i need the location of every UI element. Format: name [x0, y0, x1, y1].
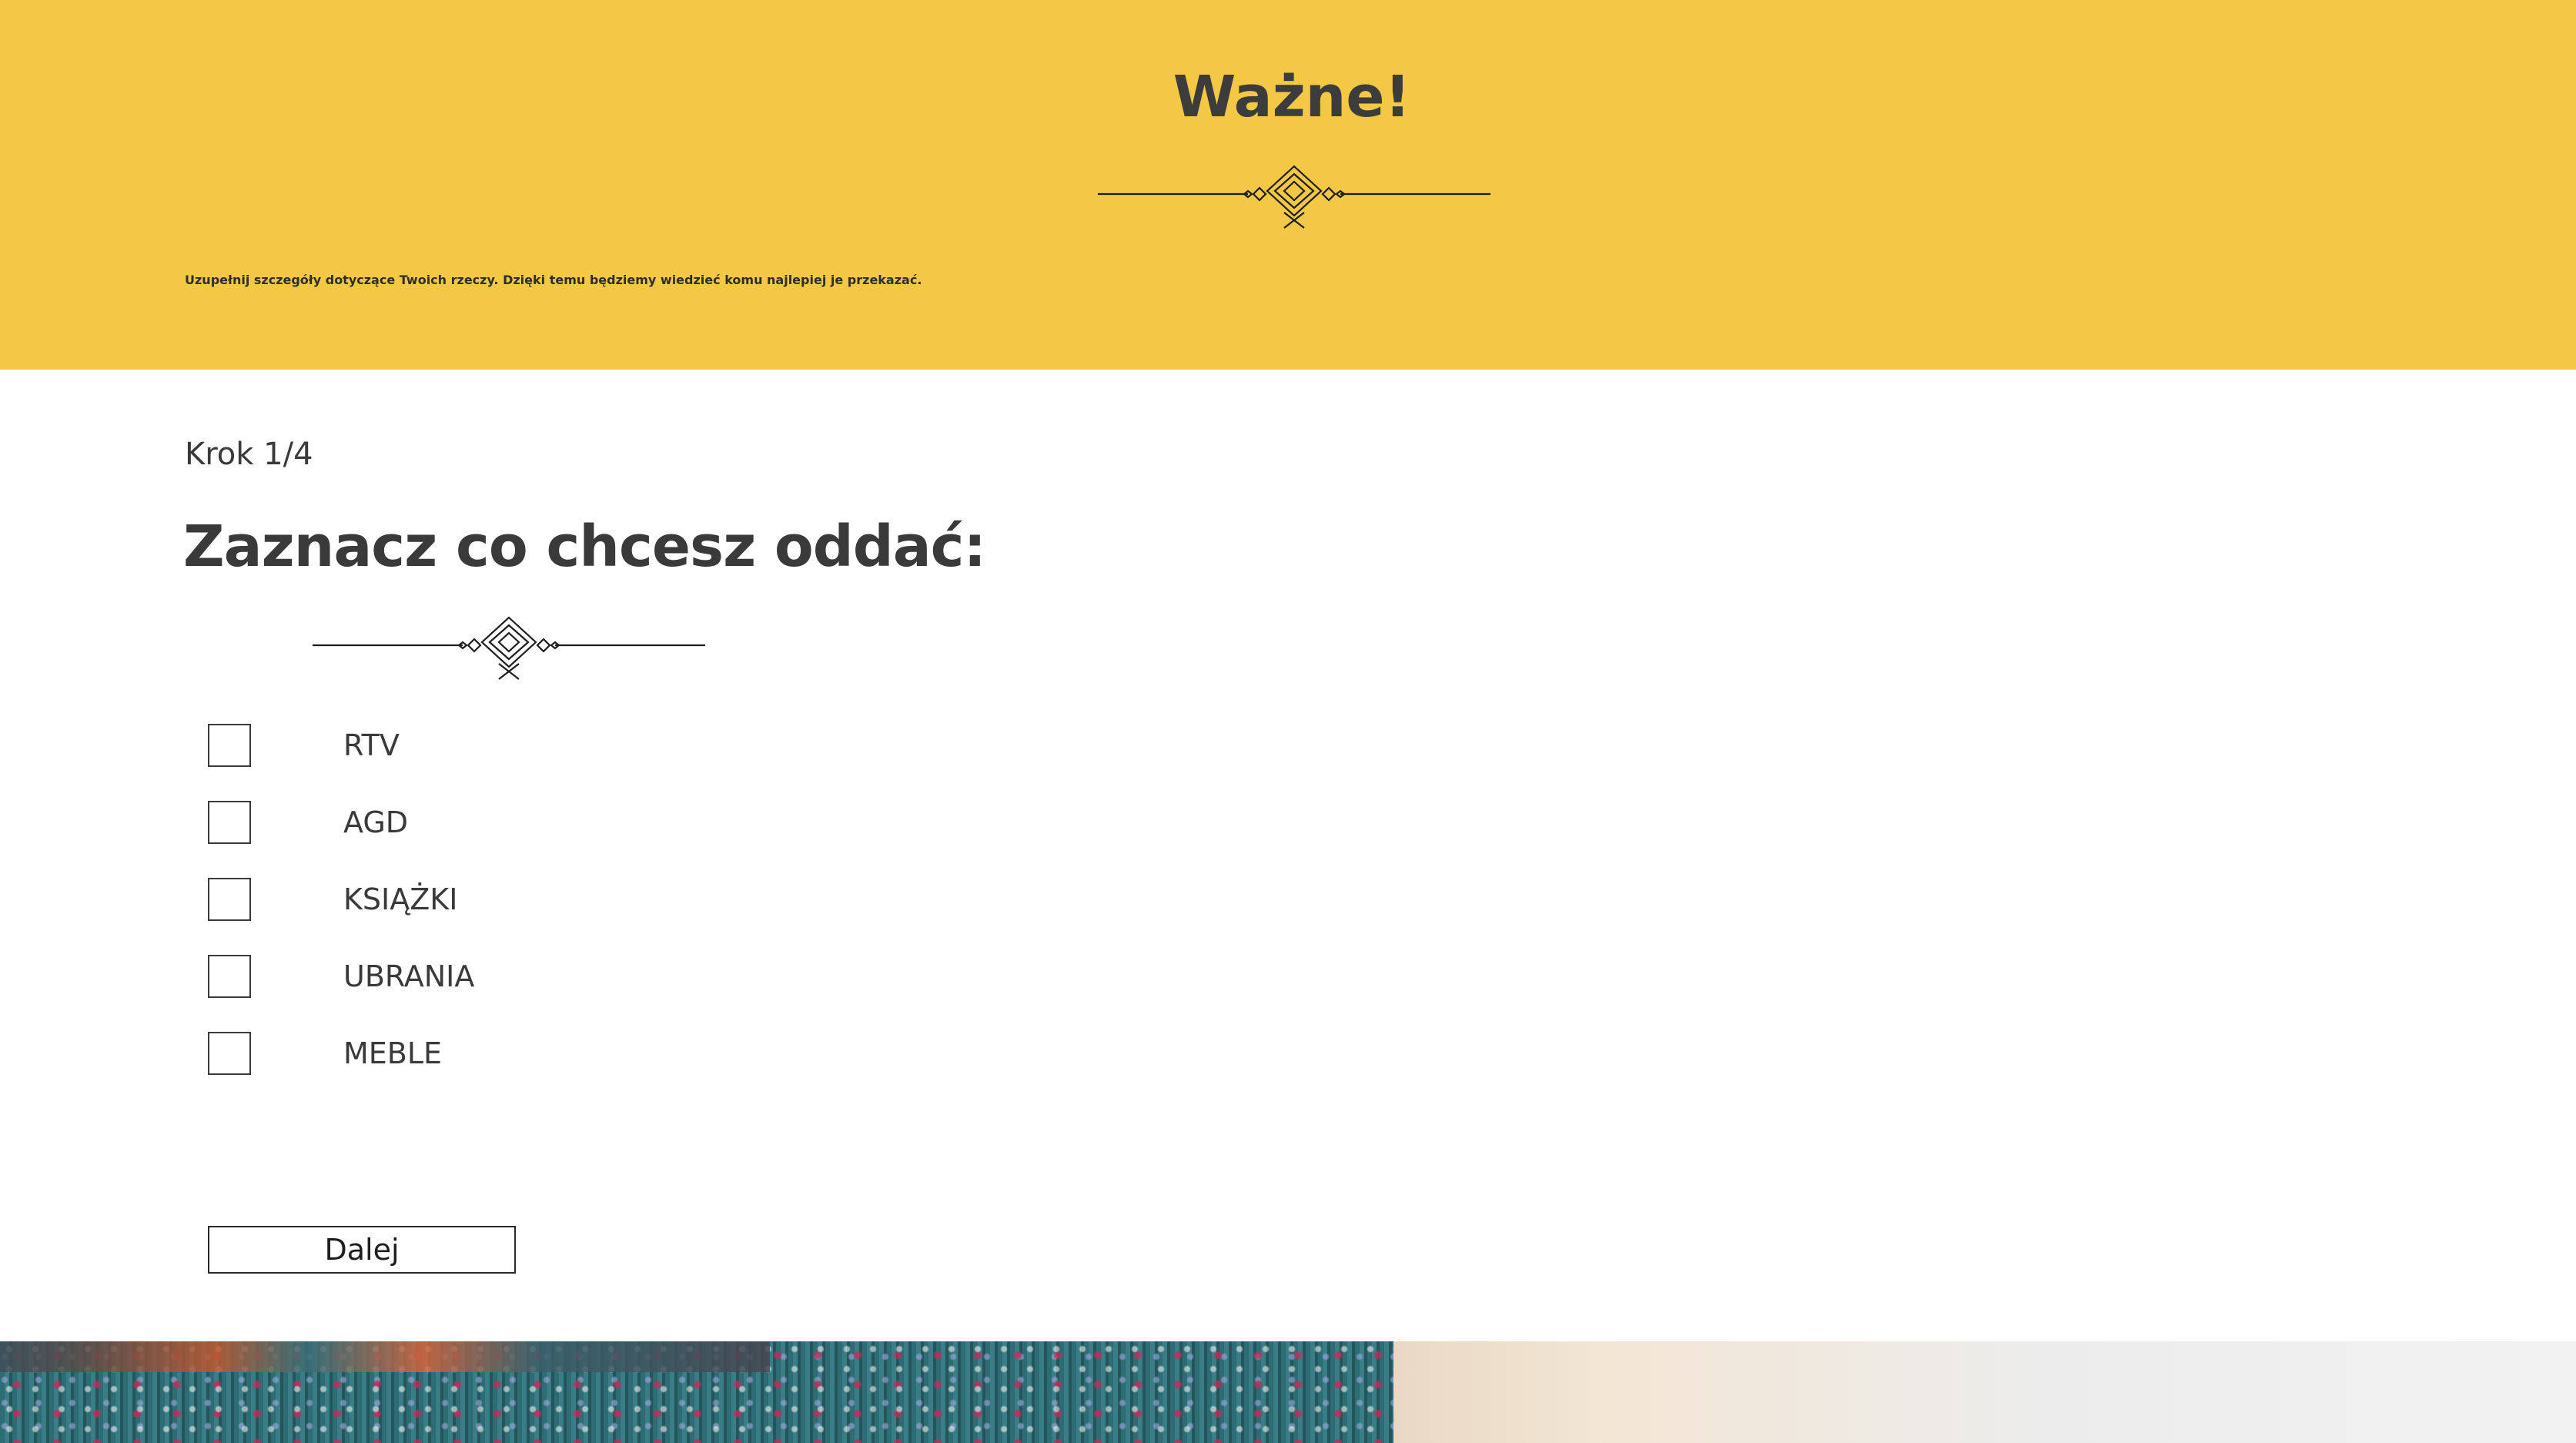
checkbox-meble[interactable] — [208, 1032, 251, 1075]
ornamental-divider-icon — [1098, 165, 1490, 229]
checkbox-ubrania[interactable] — [208, 955, 251, 998]
clothes-photo — [0, 1341, 2576, 1443]
option-ksiazki[interactable]: KSIĄŻKI — [208, 876, 474, 922]
photo-background — [1393, 1341, 2576, 1443]
important-banner: Ważne! Uzupełnij szczegóły dotyczące Two… — [0, 0, 2576, 370]
option-label: KSIĄŻKI — [343, 882, 458, 916]
checkbox-agd[interactable] — [208, 801, 251, 844]
option-meble[interactable]: MEBLE — [208, 1030, 474, 1076]
next-button[interactable]: Dalej — [208, 1226, 516, 1274]
banner-note: Uzupełnij szczegóły dotyczące Twoich rze… — [185, 273, 922, 287]
option-ubrania[interactable]: UBRANIA — [208, 953, 474, 999]
option-label: MEBLE — [343, 1036, 443, 1070]
option-agd[interactable]: AGD — [208, 799, 474, 845]
option-rtv[interactable]: RTV — [208, 722, 474, 768]
banner-title: Ważne! — [1173, 64, 1411, 130]
option-label: UBRANIA — [343, 959, 475, 993]
folded-clothes-image — [0, 1341, 770, 1372]
option-label: AGD — [343, 805, 409, 839]
step-indicator: Krok 1/4 — [185, 437, 313, 472]
checkbox-rtv[interactable] — [208, 724, 251, 767]
category-options: RTV AGD KSIĄŻKI UBRANIA MEBLE — [208, 722, 474, 1107]
checkbox-ksiazki[interactable] — [208, 878, 251, 921]
form-title: Zaznacz co chcesz oddać: — [183, 514, 986, 580]
option-label: RTV — [343, 728, 400, 762]
ornamental-divider-icon — [313, 616, 705, 680]
